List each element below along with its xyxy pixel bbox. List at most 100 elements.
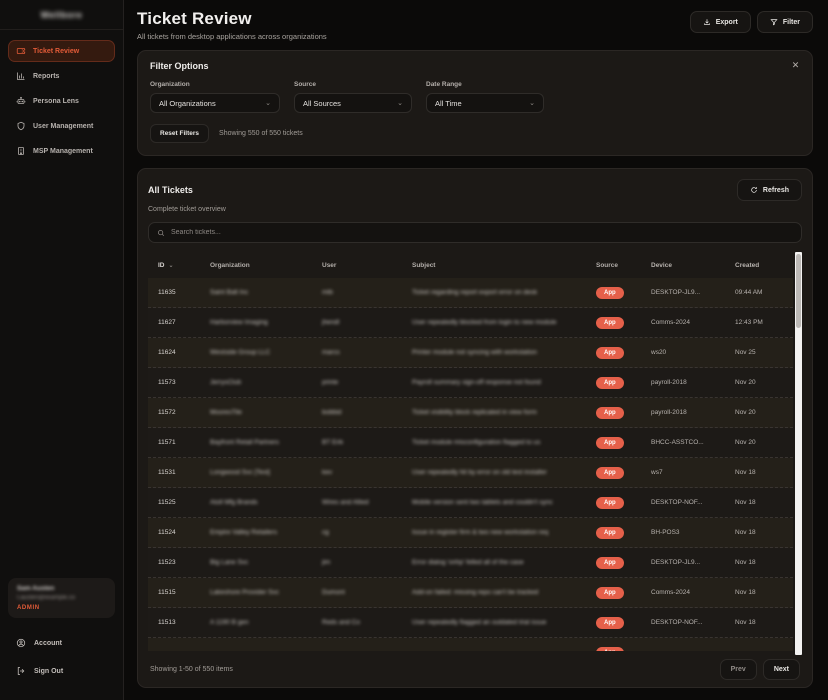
user-email: t.austen@example.co bbox=[17, 595, 106, 601]
cell-device: Comms-2024 bbox=[651, 319, 735, 326]
cell-device: BH-POS3 bbox=[651, 529, 735, 536]
cell-id: 11627 bbox=[158, 319, 210, 326]
page-header: Ticket Review All tickets from desktop a… bbox=[137, 9, 813, 41]
source-value: All Sources bbox=[303, 99, 341, 108]
cell-source: App bbox=[596, 617, 651, 629]
download-icon bbox=[703, 18, 711, 26]
table-row[interactable]: 11571 Bayfront Retail Partners BT Erik T… bbox=[148, 428, 793, 458]
cell-created: Nov 18 bbox=[735, 589, 793, 596]
cell-subject: Payroll summary sign-off response not fo… bbox=[412, 379, 596, 386]
robot-icon bbox=[16, 96, 26, 106]
vertical-scrollbar[interactable] bbox=[795, 252, 802, 655]
cell-organization: Atoll Mfg Brands bbox=[210, 499, 322, 506]
cell-device: DESKTOP-JL9... bbox=[651, 559, 735, 566]
source-badge: App bbox=[596, 407, 624, 419]
table-row[interactable]: 11635 Saint Balt Inc mtb Ticket regardin… bbox=[148, 278, 793, 308]
table-footer: Showing 1-50 of 550 items Prev Next bbox=[148, 651, 802, 687]
cell-created: Nov 18 bbox=[735, 619, 793, 626]
ticket-icon bbox=[16, 46, 26, 56]
cell-source: App bbox=[596, 287, 651, 299]
sidebar-item-user-management[interactable]: User Management bbox=[8, 115, 115, 137]
cell-user: cg bbox=[322, 529, 412, 536]
cell-source: App bbox=[596, 647, 651, 652]
cell-id: 11523 bbox=[158, 559, 210, 566]
table-row[interactable]: 11531 Longwood Svc [Test] kev User repea… bbox=[148, 458, 793, 488]
date-range-select[interactable]: All Time ⌄ bbox=[426, 93, 544, 113]
source-select[interactable]: All Sources ⌄ bbox=[294, 93, 412, 113]
export-button[interactable]: Export bbox=[690, 11, 751, 33]
cell-subject: Ticket module misconfiguration flagged t… bbox=[412, 439, 596, 446]
logo: Wellbore bbox=[0, 0, 123, 30]
table-row[interactable]: 11515 Lakeshore Provider Svc Dumont Add-… bbox=[148, 578, 793, 608]
sidebar-item-msp-management[interactable]: MSP Management bbox=[8, 140, 115, 162]
app-window: Wellbore Ticket Review Reports Persona L… bbox=[0, 0, 828, 700]
search-input[interactable] bbox=[171, 229, 793, 236]
sign-out-label: Sign Out bbox=[34, 668, 63, 675]
filter-button[interactable]: Filter bbox=[757, 11, 813, 33]
sign-out-button[interactable]: Sign Out bbox=[8, 660, 115, 682]
cell-device: Comms-2024 bbox=[651, 589, 735, 596]
funnel-icon bbox=[770, 18, 778, 26]
column-header-user[interactable]: User bbox=[322, 262, 412, 269]
cell-device: DESKTOP-JL9... bbox=[651, 289, 735, 296]
cell-device: payroll-2018 bbox=[651, 379, 735, 386]
organization-select[interactable]: All Organizations ⌄ bbox=[150, 93, 280, 113]
table-row[interactable]: 11572 MooresTile bobbid Ticket visibilit… bbox=[148, 398, 793, 428]
table-header-row: ID⌄ Organization User Subject Source Dev… bbox=[148, 252, 802, 278]
sign-out-icon bbox=[16, 666, 26, 676]
table-row[interactable]: 11627 Harborview Imaging jhendl User rep… bbox=[148, 308, 793, 338]
scrollbar-thumb[interactable] bbox=[796, 254, 801, 328]
table-row[interactable]: 11525 Atoll Mfg Brands Wires and Allied … bbox=[148, 488, 793, 518]
cell-subject: Error dialog 'onhp' felled all of the ca… bbox=[412, 559, 596, 566]
table-row[interactable]: 11524 Empire Valley Retailers cg Issue i… bbox=[148, 518, 793, 548]
cell-subject: Mobile version sent two tablets and coul… bbox=[412, 499, 596, 506]
cell-created: Nov 20 bbox=[735, 409, 793, 416]
sidebar-item-ticket-review[interactable]: Ticket Review bbox=[8, 40, 115, 62]
next-page-button[interactable]: Next bbox=[763, 659, 800, 680]
cell-id: 11635 bbox=[158, 289, 210, 296]
column-header-device[interactable]: Device bbox=[651, 262, 735, 269]
cell-user: BT Erik bbox=[322, 439, 412, 446]
cell-organization: Westside Group LLC bbox=[210, 349, 322, 356]
bar-chart-icon bbox=[16, 71, 26, 81]
column-header-organization[interactable]: Organization bbox=[210, 262, 322, 269]
cell-subject: Ticket regarding report export error on … bbox=[412, 289, 596, 296]
cell-created: Nov 18 bbox=[735, 529, 793, 536]
table-row[interactable]: 11624 Westside Group LLC marcs Printer m… bbox=[148, 338, 793, 368]
cell-organization: Bayfront Retail Partners bbox=[210, 439, 322, 446]
table-row[interactable]: App bbox=[148, 638, 793, 651]
tickets-subtitle: Complete ticket overview bbox=[148, 206, 802, 213]
filter-options-panel: Filter Options ✕ Organization All Organi… bbox=[137, 50, 813, 156]
cell-user: kev bbox=[322, 469, 412, 476]
refresh-button[interactable]: Refresh bbox=[737, 179, 802, 201]
table-row[interactable]: 11513 A 1190 B gen Reds and Co User repe… bbox=[148, 608, 793, 638]
cell-subject: Issue in register firm & two new worksta… bbox=[412, 529, 596, 536]
close-icon[interactable]: ✕ bbox=[789, 59, 802, 72]
date-range-label: Date Range bbox=[426, 81, 544, 88]
account-label: Account bbox=[34, 640, 62, 647]
cell-organization: Empire Valley Retailers bbox=[210, 529, 322, 536]
sidebar-item-label: MSP Management bbox=[33, 148, 93, 155]
column-header-id[interactable]: ID⌄ bbox=[158, 262, 210, 269]
user-name: Sam Austen bbox=[17, 585, 106, 592]
prev-page-button[interactable]: Prev bbox=[720, 659, 757, 680]
pagination-controls: Prev Next bbox=[720, 659, 800, 680]
refresh-label: Refresh bbox=[763, 187, 789, 194]
column-header-created[interactable]: Created bbox=[735, 262, 793, 269]
search-icon bbox=[157, 229, 165, 237]
table-row[interactable]: 11573 JerrysClub printe Payroll summary … bbox=[148, 368, 793, 398]
column-header-subject[interactable]: Subject bbox=[412, 262, 596, 269]
sidebar-item-persona-lens[interactable]: Persona Lens bbox=[8, 90, 115, 112]
cell-user: Dumont bbox=[322, 589, 412, 596]
column-header-source[interactable]: Source bbox=[596, 262, 651, 269]
chevron-down-icon: ⌄ bbox=[397, 99, 403, 107]
account-button[interactable]: Account bbox=[8, 632, 115, 654]
cell-device: ws7 bbox=[651, 469, 735, 476]
sidebar-item-label: Persona Lens bbox=[33, 98, 79, 105]
cell-created: Nov 18 bbox=[735, 469, 793, 476]
sidebar-item-reports[interactable]: Reports bbox=[8, 65, 115, 87]
table-row[interactable]: 11523 Big Lane Svc jim Error dialog 'onh… bbox=[148, 548, 793, 578]
export-label: Export bbox=[716, 19, 738, 26]
cell-subject: Ticket visibility block replicated in vi… bbox=[412, 409, 596, 416]
reset-filters-button[interactable]: Reset Filters bbox=[150, 124, 209, 143]
